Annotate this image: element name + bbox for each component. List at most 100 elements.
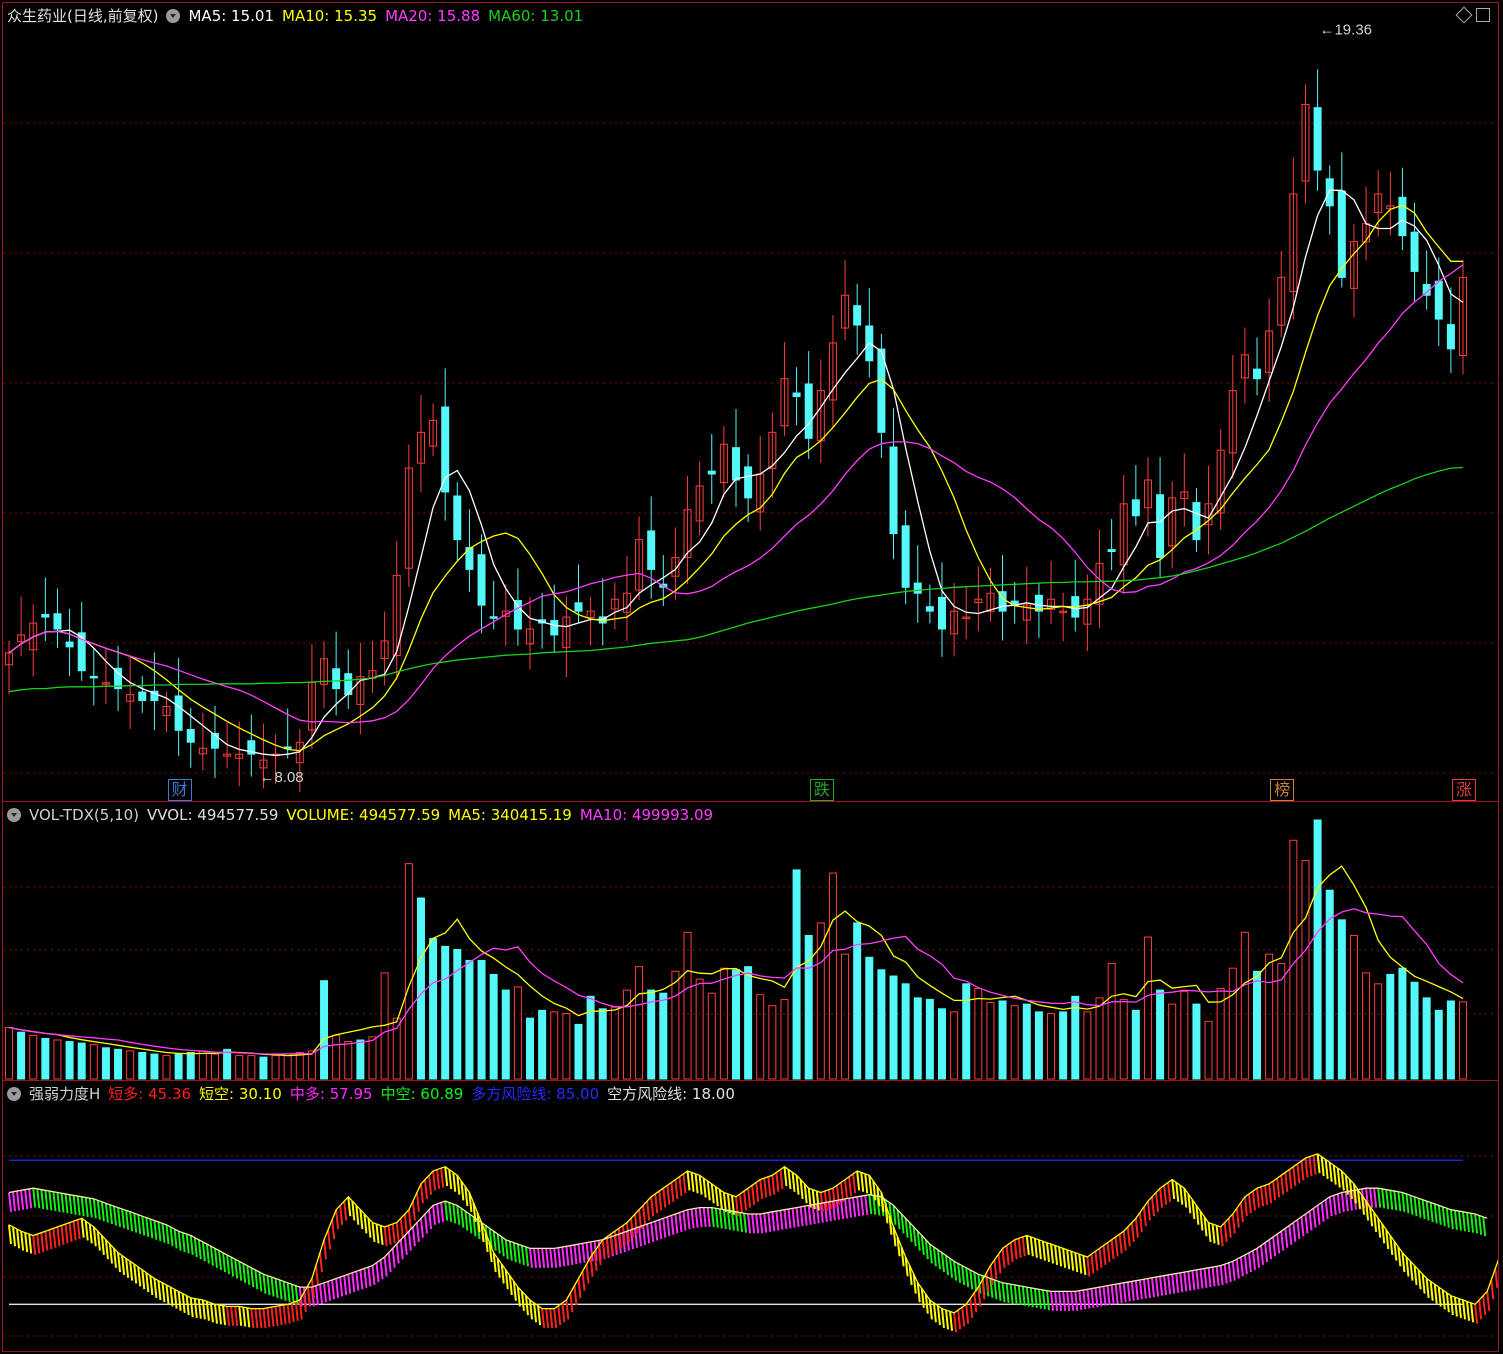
mid-long-hatch: [1373, 1188, 1378, 1208]
short-long-hatch: [36, 1233, 41, 1254]
short-short-hatch: [694, 1173, 699, 1194]
mid-short-hatch: [100, 1201, 105, 1222]
price-chart-panel[interactable]: 众生药业(日线,前复权) MA5: 15.01 MA10: 15.35 MA20: 1…: [2, 2, 1499, 802]
mid-short-hatch: [60, 1193, 65, 1213]
mid-short-hatch: [108, 1204, 113, 1225]
short-short-hatch: [860, 1172, 865, 1192]
mid-long-hatch: [690, 1208, 695, 1229]
volume-bar: [210, 1053, 219, 1080]
volume-bar: [283, 1053, 292, 1080]
mid-short-hatch: [722, 1209, 727, 1230]
short-long-hatch: [411, 1200, 416, 1221]
volume-bar: [950, 1011, 959, 1080]
mid-short-hatch: [900, 1213, 905, 1234]
volume-bar: [671, 970, 680, 1080]
volume-bar: [780, 998, 789, 1080]
mid-short-hatch: [218, 1250, 223, 1271]
mid-short-hatch: [1445, 1208, 1450, 1228]
volume-indicator-title[interactable]: VOL-TDX(5,10): [29, 806, 139, 824]
short-short-hatch: [1074, 1252, 1079, 1273]
event-marker-cai[interactable]: 财: [167, 779, 192, 801]
short-long-hatch: [1276, 1178, 1281, 1198]
short-long-hatch: [56, 1226, 61, 1247]
volume-bar: [65, 1041, 74, 1080]
short-short-hatch: [537, 1305, 542, 1326]
mid-short-hatch: [193, 1237, 198, 1258]
mid-long-hatch: [706, 1207, 711, 1228]
mid-short-hatch: [177, 1231, 182, 1251]
mid-short-hatch: [1441, 1206, 1446, 1227]
mid-long-hatch: [399, 1239, 404, 1260]
volume-bar: [1253, 970, 1262, 1080]
short-short-hatch: [690, 1172, 695, 1192]
mid-long-hatch: [436, 1203, 441, 1224]
short-short-hatch: [218, 1304, 223, 1325]
short-long-hatch: [779, 1169, 784, 1190]
mid-short-hatch: [1397, 1191, 1402, 1212]
mid-short-hatch: [1037, 1289, 1042, 1309]
indicator-title[interactable]: 强弱力度H: [29, 1085, 100, 1103]
short-long-hatch: [577, 1278, 582, 1298]
mid-short-hatch: [274, 1278, 279, 1298]
mid-short-hatch: [161, 1223, 166, 1243]
short-long-hatch: [1118, 1233, 1123, 1254]
short-long-hatch: [395, 1222, 400, 1243]
short-long-hatch: [601, 1239, 606, 1260]
short-long-hatch: [678, 1176, 683, 1197]
short-short-hatch: [137, 1266, 142, 1287]
candle-down: [453, 495, 462, 541]
short-short-hatch: [24, 1232, 29, 1253]
short-long-hatch: [1264, 1185, 1269, 1205]
mid-long-hatch: [375, 1262, 380, 1283]
volume-bar: [477, 959, 486, 1080]
event-marker-die[interactable]: 跌: [809, 779, 834, 801]
mid-short-hatch: [997, 1281, 1002, 1301]
short-long-hatch: [403, 1213, 408, 1234]
event-marker-bang[interactable]: 榜: [1270, 779, 1295, 801]
short-short-hatch: [945, 1309, 950, 1330]
stock-title[interactable]: 众生药业(日线,前复权): [7, 7, 158, 25]
candle-down: [1446, 324, 1455, 350]
mid-long-hatch: [751, 1213, 756, 1234]
short-short-hatch: [367, 1218, 372, 1238]
short-long-hatch: [965, 1304, 970, 1324]
mid-long-hatch: [1118, 1283, 1123, 1303]
mid-short-hatch: [1413, 1196, 1418, 1217]
strength-indicator-panel[interactable]: 强弱力度H 短多: 45.36 短空: 30.10 中多: 57.95 中空: 60.8…: [2, 1081, 1499, 1352]
volume-bar: [562, 1012, 571, 1080]
candle-down: [138, 691, 147, 702]
short-short-hatch: [940, 1308, 945, 1329]
mid-long-hatch: [407, 1231, 412, 1251]
event-marker-zhang[interactable]: 涨: [1452, 779, 1477, 801]
mid-short-hatch: [104, 1203, 109, 1223]
mid-short-hatch: [169, 1226, 174, 1247]
mid-long-hatch: [646, 1223, 651, 1244]
short-long-hatch: [1223, 1222, 1228, 1243]
mid-long-hatch: [1090, 1288, 1095, 1308]
volume-bar: [1410, 981, 1419, 1080]
short-short-hatch: [686, 1170, 691, 1191]
mid-long-hatch: [1264, 1242, 1269, 1263]
volume-chart-panel[interactable]: VOL-TDX(5,10) VVOL: 494577.59 VOLUME: 4945…: [2, 802, 1499, 1081]
volume-bar: [732, 969, 740, 1080]
short-long-hatch: [1260, 1186, 1265, 1207]
short-long-hatch: [428, 1175, 433, 1195]
volume-bar: [610, 1006, 619, 1080]
dropdown-circle-icon[interactable]: [7, 808, 21, 822]
mid-long-hatch: [565, 1246, 570, 1266]
volume-bar: [344, 1041, 353, 1080]
mid-long-hatch: [1304, 1213, 1309, 1234]
mid-long-hatch: [561, 1246, 566, 1267]
mid-short-hatch: [904, 1218, 909, 1238]
mid-short-hatch: [1449, 1209, 1454, 1230]
mid-long-hatch: [359, 1269, 364, 1290]
short-long-hatch: [1163, 1185, 1168, 1205]
mid-long-hatch: [1054, 1291, 1059, 1311]
dropdown-circle-icon[interactable]: [166, 9, 181, 23]
short-long-hatch: [1478, 1299, 1483, 1320]
short-long-hatch: [424, 1179, 429, 1200]
short-long-hatch: [286, 1304, 291, 1324]
short-short-hatch: [8, 1224, 12, 1245]
dropdown-circle-icon[interactable]: [7, 1087, 21, 1101]
candle-down: [574, 602, 583, 612]
